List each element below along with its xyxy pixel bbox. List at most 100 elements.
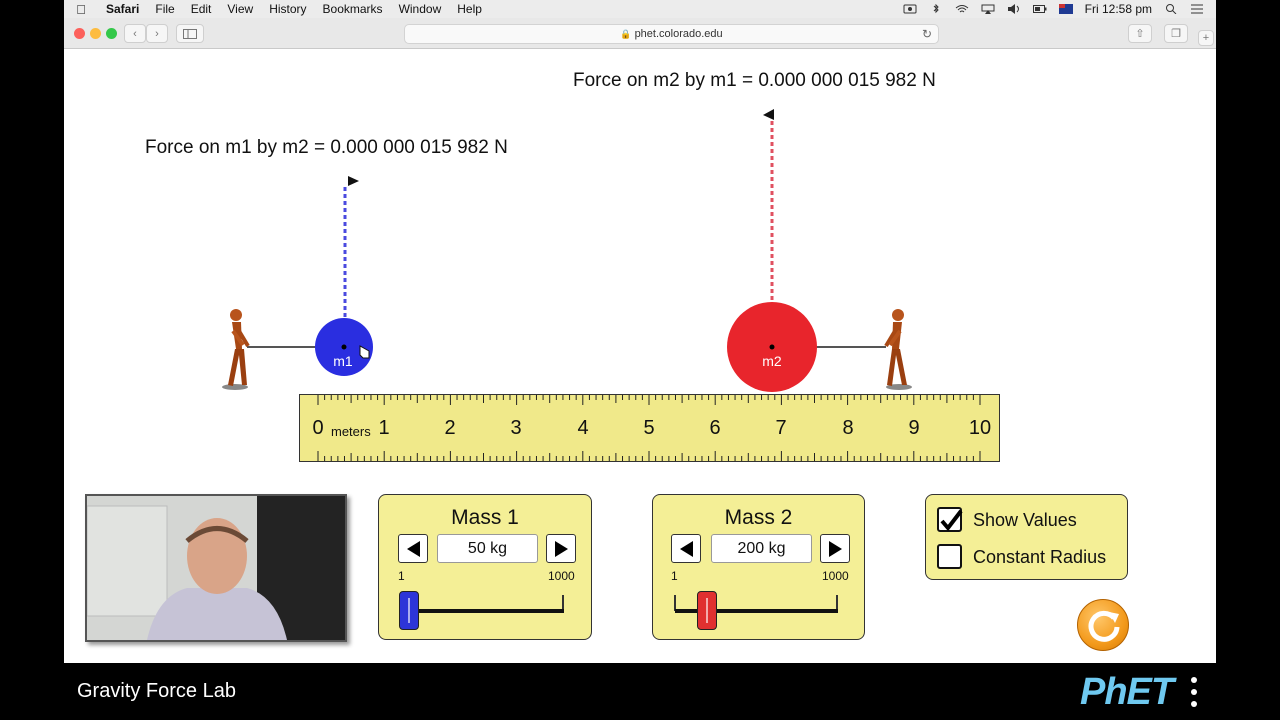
triangle-left-icon: [679, 540, 693, 557]
screen-record-icon[interactable]: [903, 4, 917, 14]
presenter-image: [87, 496, 345, 640]
chevron-right-icon: ›: [155, 27, 159, 40]
mass-1-title: Mass 1: [451, 506, 519, 529]
constant-radius-label[interactable]: Constant Radius: [973, 547, 1106, 568]
ruler-tick-label: 4: [577, 417, 589, 439]
plus-icon: +: [1202, 32, 1210, 44]
screen:  Safari File Edit View History Bookmark…: [0, 0, 1280, 720]
zoom-window-button[interactable]: [106, 28, 117, 39]
mass-2-slider-thumb[interactable]: [697, 591, 718, 630]
spotlight-search-icon[interactable]: [1164, 4, 1178, 14]
mass-1-decrease-button[interactable]: [398, 534, 428, 563]
reload-icon[interactable]: ↻: [922, 27, 932, 41]
browser-toolbar: ‹ › 🔒 phet.colorado.edu ↻ ⇧ ❐ +: [64, 18, 1216, 49]
share-button[interactable]: ⇧: [1128, 24, 1152, 43]
sim-navigation-bar: Gravity Force Lab PhET: [64, 663, 1216, 720]
ruler-tick-label: 10: [968, 417, 992, 439]
battery-icon[interactable]: [1032, 4, 1047, 14]
ruler-tick-label: 3: [510, 417, 522, 439]
menu-bookmarks[interactable]: Bookmarks: [315, 2, 391, 16]
mass-2-label: m2: [762, 353, 782, 369]
menu-bar:  Safari File Edit View History Bookmark…: [64, 0, 1216, 18]
mass-1-slider-thumb[interactable]: [398, 591, 419, 630]
mass-1-increase-button[interactable]: [546, 534, 576, 563]
sim-title: Gravity Force Lab: [77, 680, 236, 702]
forward-button[interactable]: ›: [146, 24, 168, 43]
menu-dot-icon: [1191, 677, 1197, 683]
menu-history[interactable]: History: [261, 2, 314, 16]
notification-list-icon[interactable]: [1190, 4, 1204, 14]
ruler-tick-label: 6: [709, 417, 721, 439]
mass-2-control-panel: Mass 2 200 kg 1 1000: [652, 494, 865, 640]
ruler-tick-label: 1: [378, 417, 390, 439]
mass-2-decrease-button[interactable]: [671, 534, 701, 563]
show-values-label[interactable]: Show Values: [973, 510, 1077, 531]
mass-2[interactable]: m2: [727, 302, 817, 392]
options-panel: Show Values Constant Radius: [925, 494, 1128, 580]
mass-1-control-panel: Mass 1 50 kg 1 1000: [378, 494, 592, 640]
mass-2-min-label: 1: [671, 569, 678, 583]
triangle-left-icon: [406, 540, 420, 557]
phet-logo[interactable]: PhET: [1080, 671, 1174, 714]
triangle-right-icon: [828, 540, 842, 557]
volume-icon[interactable]: [1007, 4, 1021, 14]
menu-edit[interactable]: Edit: [183, 2, 220, 16]
new-tab-button[interactable]: +: [1198, 30, 1214, 46]
clock[interactable]: Fri 12:58 pm: [1085, 2, 1152, 16]
sidebar-button[interactable]: [176, 24, 204, 43]
checkmark-icon: [940, 509, 963, 532]
mass-1-max-label: 1000: [548, 569, 575, 583]
puller-left: [222, 309, 250, 390]
address-bar[interactable]: 🔒 phet.colorado.edu ↻: [404, 24, 939, 44]
ruler-tick-label: 0: [312, 417, 324, 439]
force-arrowhead-m2-icon: [763, 109, 774, 120]
mass-1-slider-track[interactable]: [401, 609, 564, 613]
ruler-tick-label: 5: [643, 417, 655, 439]
sidebar-icon: [183, 28, 197, 39]
webcam-video: [85, 494, 347, 642]
menu-dot-icon: [1191, 689, 1197, 695]
menu-view[interactable]: View: [219, 2, 261, 16]
mass-2-title: Mass 2: [724, 506, 793, 529]
flag-icon[interactable]: [1058, 4, 1073, 14]
ruler-tick-label: 8: [842, 417, 854, 439]
bluetooth-icon[interactable]: [929, 4, 943, 14]
constant-radius-checkbox[interactable]: [937, 544, 962, 569]
reset-icon: [1088, 610, 1120, 642]
simulation-area: Force on m2 by m1 = 0.000 000 015 982 N …: [64, 49, 1216, 663]
minimize-window-button[interactable]: [90, 28, 101, 39]
force-arrowhead-m1-icon: [348, 176, 359, 186]
menu-window[interactable]: Window: [391, 2, 450, 16]
mass-1-value: 50 kg: [437, 534, 538, 563]
wifi-icon[interactable]: [955, 4, 969, 14]
apple-icon[interactable]: : [64, 2, 98, 17]
ruler-tick-label: 7: [775, 417, 787, 439]
mass-2-value: 200 kg: [711, 534, 812, 563]
phet-menu-button[interactable]: [1186, 677, 1202, 707]
mass-1-min-label: 1: [398, 569, 405, 583]
mass-1-label: m1: [333, 353, 353, 369]
back-button[interactable]: ‹: [124, 24, 146, 43]
ruler-tick-label: 9: [908, 417, 920, 439]
share-icon: ⇧: [1135, 28, 1145, 40]
close-window-button[interactable]: [74, 28, 85, 39]
reset-all-button[interactable]: [1077, 599, 1129, 651]
ruler[interactable]: 0 meters 1 2 3 4 5 6 7 8 9 10: [299, 394, 1000, 462]
menu-dot-icon: [1191, 701, 1197, 707]
mass-2-max-label: 1000: [822, 569, 849, 583]
show-tabs-button[interactable]: ❐: [1164, 24, 1188, 43]
url-text: phet.colorado.edu: [634, 28, 723, 40]
menu-file[interactable]: File: [147, 2, 182, 16]
airplay-icon[interactable]: [981, 4, 995, 14]
show-values-checkbox[interactable]: [937, 507, 963, 532]
menu-help[interactable]: Help: [449, 2, 490, 16]
force-scene: m1 m2: [222, 109, 912, 392]
status-icons: Fri 12:58 pm: [903, 2, 1216, 16]
triangle-right-icon: [554, 540, 568, 557]
mass-1[interactable]: m1: [315, 318, 373, 376]
mass-2-increase-button[interactable]: [820, 534, 850, 563]
lock-icon: 🔒: [620, 28, 632, 39]
ruler-tick-label: 2: [444, 417, 456, 439]
menu-app-safari[interactable]: Safari: [98, 2, 147, 16]
tabs-icon: ❐: [1171, 28, 1181, 40]
